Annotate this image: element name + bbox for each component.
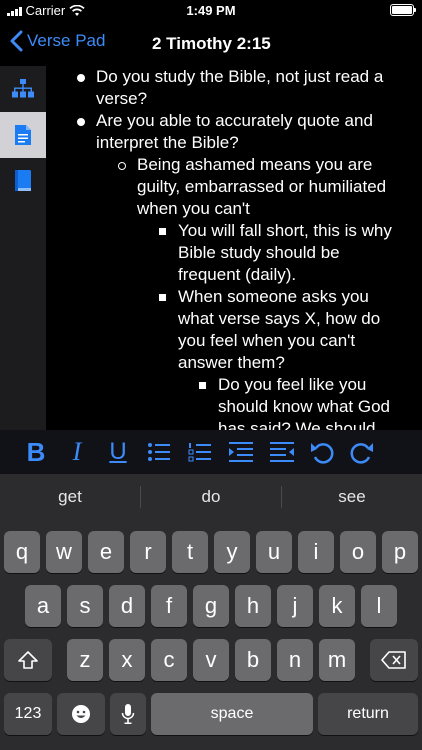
dictation-key[interactable] xyxy=(110,693,146,735)
list-item-text: When someone asks you what verse says X,… xyxy=(178,287,381,372)
underline-button[interactable]: U xyxy=(102,436,134,468)
sidebar-item-outline[interactable] xyxy=(0,66,46,112)
key-r[interactable]: r xyxy=(130,531,166,573)
outdent-button[interactable] xyxy=(266,436,298,468)
numbered-list-button[interactable] xyxy=(184,436,216,468)
space-key[interactable]: space xyxy=(151,693,313,735)
note-editor[interactable]: Do you study the Bible, not just read a … xyxy=(46,66,422,430)
delete-key[interactable] xyxy=(370,639,418,681)
shift-icon xyxy=(18,651,38,669)
suggestion-bar: get do see xyxy=(0,474,422,520)
key-m[interactable]: m xyxy=(319,639,355,681)
italic-button[interactable]: I xyxy=(61,436,93,468)
bullet-filled-icon xyxy=(77,118,85,126)
suggestion-1[interactable]: get xyxy=(0,474,140,520)
key-i[interactable]: i xyxy=(298,531,334,573)
microphone-icon xyxy=(121,704,135,724)
bulleted-list-button[interactable] xyxy=(143,436,175,468)
undo-icon xyxy=(311,443,334,464)
list-item: Do you feel like you should know what Go… xyxy=(46,374,422,430)
key-u[interactable]: u xyxy=(256,531,292,573)
sidebar-item-document[interactable] xyxy=(0,112,46,158)
key-k[interactable]: k xyxy=(319,585,355,627)
undo-button[interactable] xyxy=(306,436,338,468)
list-item: Are you able to accurately quote and int… xyxy=(46,110,422,154)
backspace-icon xyxy=(381,651,406,669)
key-o[interactable]: o xyxy=(340,531,376,573)
bullet-filled-icon xyxy=(77,74,85,82)
shift-key[interactable] xyxy=(4,639,52,681)
list-item-text: Do you feel like you should know what Go… xyxy=(218,375,390,430)
suggestion-3[interactable]: see xyxy=(282,474,422,520)
emoji-key[interactable] xyxy=(57,693,105,735)
redo-icon xyxy=(350,443,373,464)
key-h[interactable]: h xyxy=(235,585,271,627)
outdent-icon xyxy=(270,442,294,462)
list-item-text: Do you study the Bible, not just read a … xyxy=(96,67,384,108)
chevron-left-icon xyxy=(10,30,23,52)
bulleted-list-icon xyxy=(148,443,170,461)
redo-button[interactable] xyxy=(346,436,378,468)
back-button-label: Verse Pad xyxy=(27,31,106,50)
bullet-square-icon xyxy=(159,294,166,301)
key-e[interactable]: e xyxy=(88,531,124,573)
indent-button[interactable] xyxy=(225,436,257,468)
list-item: You will fall short, this is why Bible s… xyxy=(46,220,422,286)
bullet-square-icon xyxy=(199,382,206,389)
key-l[interactable]: l xyxy=(361,585,397,627)
key-q[interactable]: q xyxy=(4,531,40,573)
notes-list: Do you study the Bible, not just read a … xyxy=(46,66,422,430)
return-key[interactable]: return xyxy=(318,693,418,735)
suggestion-2[interactable]: do xyxy=(141,474,281,520)
page-title: 2 Timothy 2:15 xyxy=(152,34,271,53)
key-n[interactable]: n xyxy=(277,639,313,681)
key-s[interactable]: s xyxy=(67,585,103,627)
indent-icon xyxy=(229,442,253,462)
hierarchy-icon xyxy=(12,79,34,98)
keyboard: get do see q w e r t y u i o p a s d f g… xyxy=(0,474,422,750)
key-j[interactable]: j xyxy=(277,585,313,627)
battery-icon xyxy=(390,4,416,16)
format-toolbar: B I U xyxy=(0,430,422,474)
list-item-text: You will fall short, this is why Bible s… xyxy=(178,221,392,284)
list-item: When someone asks you what verse says X,… xyxy=(46,286,422,374)
key-g[interactable]: g xyxy=(193,585,229,627)
key-v[interactable]: v xyxy=(193,639,229,681)
key-f[interactable]: f xyxy=(151,585,187,627)
key-t[interactable]: t xyxy=(172,531,208,573)
list-item: Do you study the Bible, not just read a … xyxy=(46,66,422,110)
key-d[interactable]: d xyxy=(109,585,145,627)
numbered-list-icon xyxy=(188,443,211,462)
list-item-text: Are you able to accurately quote and int… xyxy=(96,111,373,152)
key-y[interactable]: y xyxy=(214,531,250,573)
status-bar: Carrier 1:49 PM xyxy=(0,0,422,22)
book-icon xyxy=(15,170,31,191)
status-time: 1:49 PM xyxy=(186,3,236,18)
bullet-square-icon xyxy=(159,228,166,235)
key-c[interactable]: c xyxy=(151,639,187,681)
key-z[interactable]: z xyxy=(67,639,103,681)
key-a[interactable]: a xyxy=(25,585,61,627)
back-button[interactable]: Verse Pad xyxy=(10,30,105,52)
nav-bar: Verse Pad 2 Timothy 2:15 xyxy=(0,22,422,66)
document-icon xyxy=(15,125,31,145)
list-item: Being ashamed means you are guilty, emba… xyxy=(46,154,422,220)
sidebar xyxy=(0,66,46,430)
bold-button[interactable]: B xyxy=(20,436,52,468)
key-w[interactable]: w xyxy=(46,531,82,573)
key-x[interactable]: x xyxy=(109,639,145,681)
emoji-icon xyxy=(72,705,90,723)
list-item-text: Being ashamed means you are guilty, emba… xyxy=(137,155,387,218)
key-p[interactable]: p xyxy=(382,531,418,573)
bullet-hollow-icon xyxy=(118,162,126,170)
sidebar-item-bible[interactable] xyxy=(0,158,46,204)
numbers-key[interactable]: 123 xyxy=(4,693,52,735)
key-b[interactable]: b xyxy=(235,639,271,681)
